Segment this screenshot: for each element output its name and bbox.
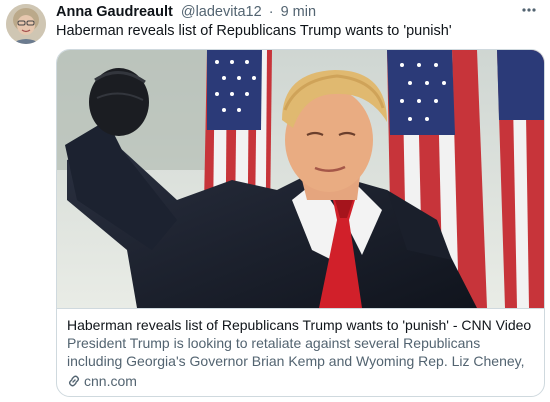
card-description: President Trump is looking to retaliate … (67, 335, 525, 369)
tweet-header: Anna Gaudreault @ladevita12 · 9 min (56, 3, 538, 21)
card-domain-text[interactable]: cnn.com (84, 372, 137, 390)
author-name[interactable]: Anna Gaudreault (56, 4, 173, 20)
avatar-image (6, 4, 46, 44)
card-title[interactable]: Haberman reveals list of Republicans Tru… (67, 316, 537, 334)
link-card[interactable]: Haberman reveals list of Republicans Tru… (56, 49, 545, 397)
card-divider (57, 308, 544, 309)
tweet-text: Haberman reveals list of Republicans Tru… (56, 23, 452, 39)
card-body[interactable]: Haberman reveals list of Republicans Tru… (67, 316, 537, 390)
tweet[interactable]: Anna Gaudreault @ladevita12 · 9 min Habe… (0, 0, 550, 402)
card-domain[interactable]: cnn.com (67, 372, 537, 390)
link-icon (67, 374, 81, 388)
card-image[interactable] (57, 50, 544, 308)
avatar[interactable] (6, 4, 46, 44)
more-horizontal-icon[interactable] (520, 3, 538, 17)
header-separator: · (268, 4, 274, 20)
tweet-timestamp[interactable]: 9 min (281, 4, 316, 20)
card-photo (57, 50, 544, 308)
author-handle[interactable]: @ladevita12 (181, 4, 262, 20)
